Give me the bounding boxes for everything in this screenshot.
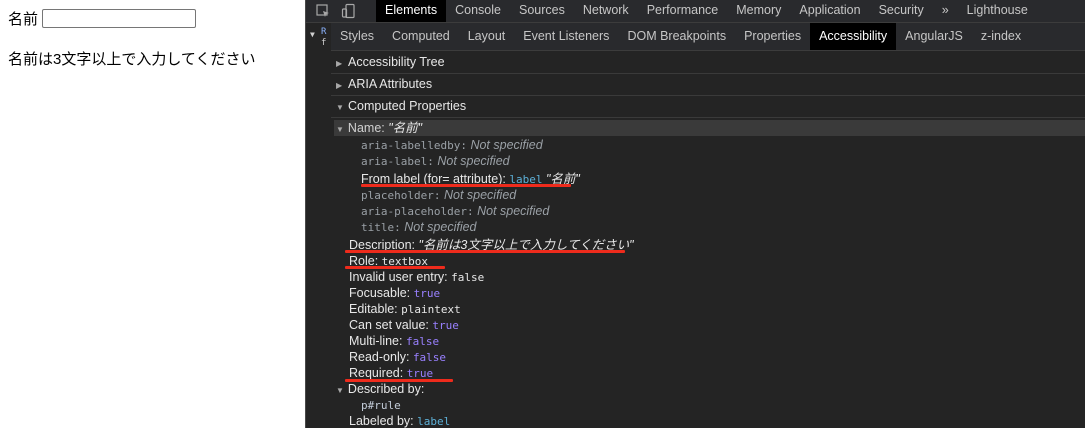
tab-styles[interactable]: Styles [331, 23, 383, 50]
sidebar-tabs: Styles Computed Layout Event Listeners D… [331, 23, 1085, 51]
dom-stub-line: R [321, 27, 327, 37]
prop-value: plaintext [401, 303, 461, 316]
tab-network[interactable]: Network [574, 0, 638, 22]
prop-invalid: Invalid user entry: false [349, 269, 484, 285]
section-aria-attributes[interactable]: ▶ ARIA Attributes [331, 73, 1085, 96]
annotation-underline [345, 379, 453, 382]
tab-sources[interactable]: Sources [510, 0, 574, 22]
annotation-underline [345, 250, 625, 253]
device-toolbar-icon[interactable] [341, 3, 357, 19]
prop-value: Not specified [477, 204, 550, 218]
prop-value: Not specified [437, 154, 510, 168]
prop-key: Labeled by: [349, 414, 414, 428]
collapsed-triangle-icon: ▶ [336, 59, 343, 68]
tab-performance[interactable]: Performance [638, 0, 728, 22]
name-source-row: aria-label: Not specified [361, 153, 510, 169]
section-computed-properties[interactable]: ▼ Computed Properties [331, 95, 1085, 118]
prop-key: Focusable: [349, 286, 411, 300]
prop-value: false [412, 351, 447, 364]
tab-security[interactable]: Security [870, 0, 933, 22]
name-source-row: aria-labelledby: Not specified [361, 137, 543, 153]
annotation-underline [361, 184, 571, 187]
annotation-underline [345, 266, 445, 269]
more-tabs-button[interactable]: » [933, 0, 958, 22]
prop-key: Read-only: [349, 350, 410, 364]
prop-value: false [405, 335, 440, 348]
tab-console[interactable]: Console [446, 0, 510, 22]
prop-key: Can set value: [349, 318, 429, 332]
prop-key: Editable: [349, 302, 398, 316]
tab-dom-breakpoints[interactable]: DOM Breakpoints [618, 23, 735, 50]
rule-text: 名前は3文字以上で入力してください [8, 51, 256, 68]
prop-value: Not specified [443, 188, 517, 202]
tab-properties[interactable]: Properties [735, 23, 810, 50]
prop-value: Not specified [470, 138, 543, 152]
prop-key: Required: [349, 366, 404, 380]
tab-computed[interactable]: Computed [383, 23, 459, 50]
section-accessibility-tree[interactable]: ▶ Accessibility Tree [331, 51, 1085, 74]
page-preview: 名前 名前は3文字以上で入力してください [0, 0, 305, 428]
inspect-element-icon[interactable] [315, 3, 331, 19]
prop-key: aria-label: [361, 155, 434, 168]
accessibility-pane: ▶ Accessibility Tree ▶ ARIA Attributes ▼ Co… [331, 51, 1085, 428]
dom-tree-stub: ▼ R f [306, 23, 330, 428]
prop-key: title: [361, 221, 401, 234]
name-source-row: aria-placeholder: Not specified [361, 203, 549, 219]
expanded-triangle-icon: ▼ [336, 103, 344, 112]
prop-key: aria-placeholder: [361, 205, 474, 218]
tab-elements[interactable]: Elements [376, 0, 447, 22]
prop-editable: Editable: plaintext [349, 301, 461, 317]
name-row: 名前 [8, 8, 197, 29]
label-link[interactable]: label [417, 415, 450, 428]
section-title: ARIA Attributes [348, 77, 433, 91]
prop-value: Not specified [404, 220, 477, 234]
prop-value: true [432, 319, 459, 332]
prop-multi-line: Multi-line: false [349, 333, 439, 349]
tab-angularjs[interactable]: AngularJS [896, 23, 972, 50]
prop-focusable: Focusable: true [349, 285, 440, 301]
name-source-row: title: Not specified [361, 219, 477, 235]
tab-application[interactable]: Application [790, 0, 869, 22]
described-by-node[interactable]: p#rule [361, 397, 401, 413]
dom-stub-line: f [321, 38, 327, 48]
computed-name-row[interactable]: ▼ Name: "名前" [334, 120, 1085, 136]
tab-layout[interactable]: Layout [459, 23, 515, 50]
expanded-triangle-icon: ▼ [336, 125, 344, 134]
prop-value: false [451, 271, 485, 284]
prop-read-only: Read-only: false [349, 349, 446, 365]
tab-memory[interactable]: Memory [727, 0, 790, 22]
section-title: Accessibility Tree [348, 55, 445, 69]
name-source-row: placeholder: Not specified [361, 187, 516, 203]
devtools-panel: Elements Console Sources Network Perform… [305, 0, 1085, 428]
prop-key: Name: [347, 121, 385, 135]
tab-accessibility[interactable]: Accessibility [810, 23, 897, 50]
prop-value: "名前" [388, 121, 423, 135]
prop-key: Multi-line: [349, 334, 403, 348]
section-title: Computed Properties [348, 99, 467, 113]
prop-key: Described by: [347, 382, 425, 396]
tab-lighthouse[interactable]: Lighthouse [958, 0, 1037, 22]
main-tabs: Elements Console Sources Network Perform… [376, 0, 1037, 22]
prop-key: aria-labelledby: [361, 139, 467, 152]
tab-event-listeners[interactable]: Event Listeners [514, 23, 618, 50]
prop-labeled-by: Labeled by: label [349, 413, 450, 429]
tab-z-index[interactable]: z-index [972, 23, 1030, 50]
name-input[interactable] [42, 9, 197, 28]
node-link[interactable]: p#rule [361, 399, 401, 412]
name-label[interactable]: 名前 [8, 8, 38, 29]
prop-described-by[interactable]: ▼ Described by: [336, 381, 424, 397]
devtools-toolbar: Elements Console Sources Network Perform… [306, 0, 1085, 23]
prop-key: Invalid user entry: [349, 270, 448, 284]
prop-can-set-value: Can set value: true [349, 317, 459, 333]
prop-key: placeholder: [361, 189, 441, 202]
expanded-triangle-icon: ▼ [336, 386, 344, 395]
collapsed-triangle-icon: ▶ [336, 81, 343, 90]
expand-triangle-icon[interactable]: ▼ [310, 30, 315, 39]
prop-value: true [413, 287, 441, 300]
